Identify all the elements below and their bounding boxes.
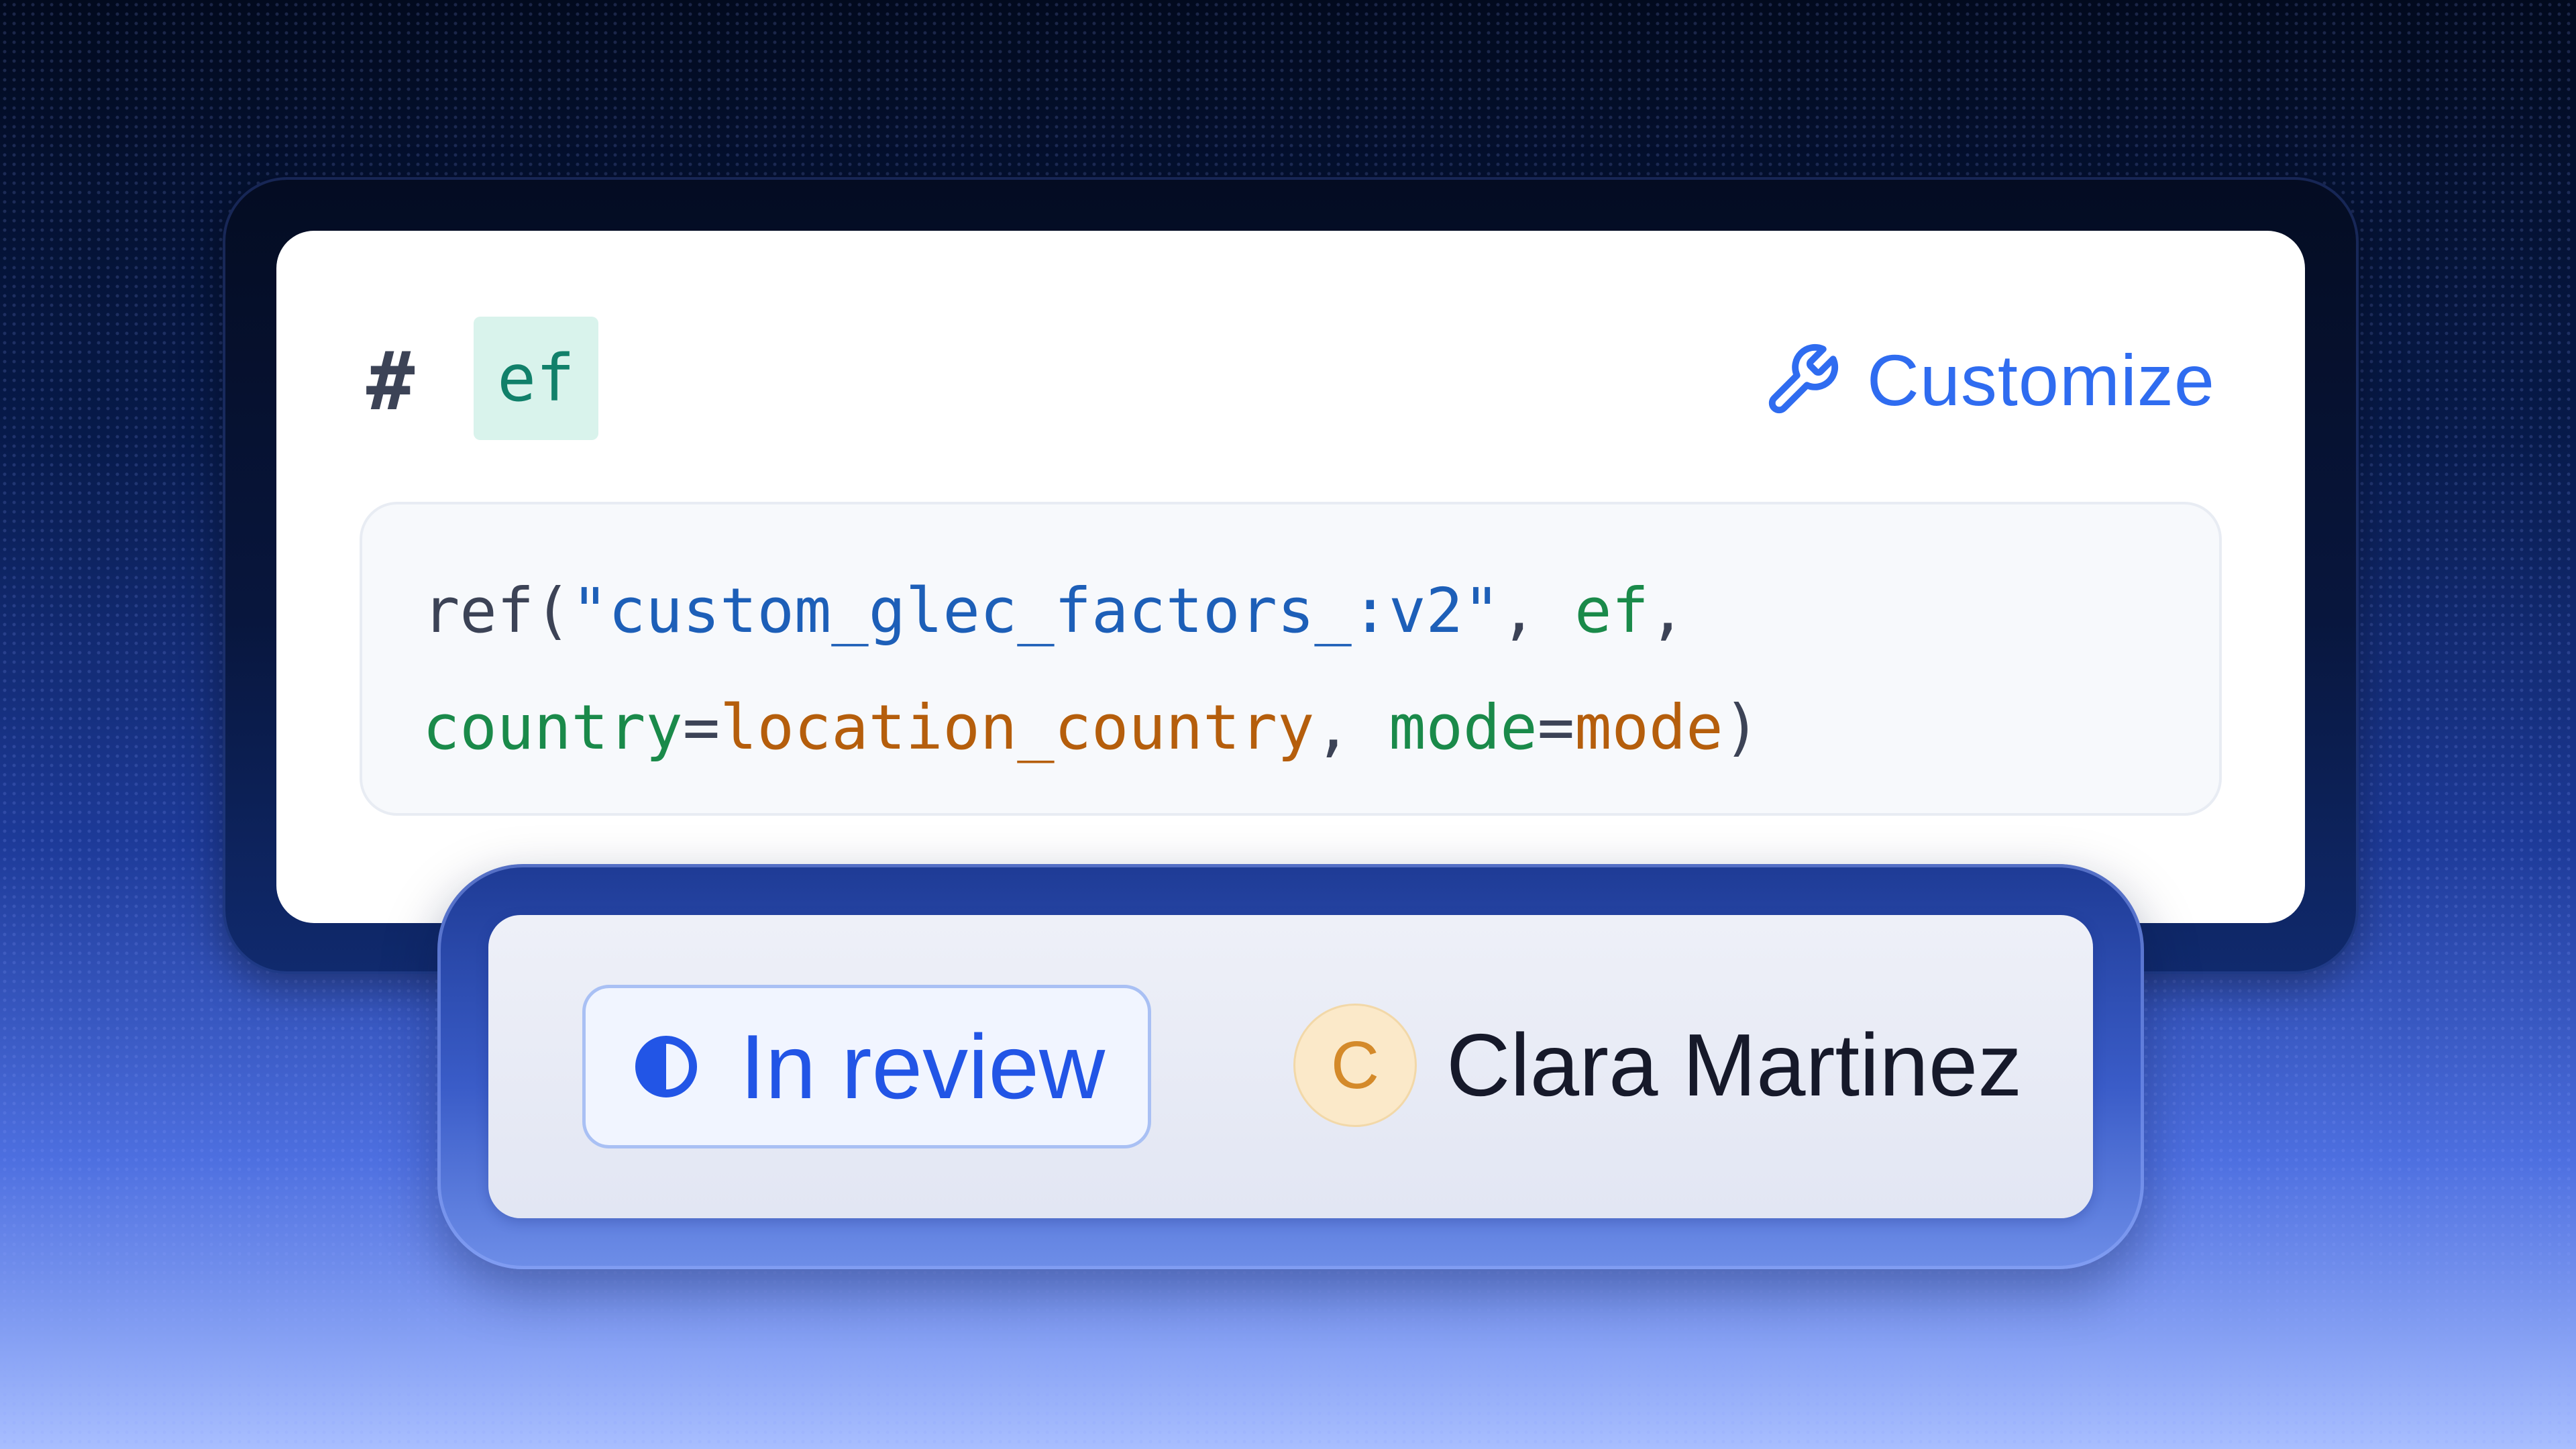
assignee[interactable]: C Clara Martinez xyxy=(1293,998,2022,1132)
code-token: , xyxy=(1648,575,1686,647)
variable-chip[interactable]: ef xyxy=(474,317,598,440)
code-token: location_country xyxy=(720,692,1315,763)
code-token: ef xyxy=(1574,575,1649,647)
field-card-frame: # ef Customize ref("custom_glec_factors_… xyxy=(223,177,2359,974)
status-bar: In review C Clara Martinez xyxy=(488,915,2093,1218)
status-badge[interactable]: In review xyxy=(582,985,1151,1148)
status-label: In review xyxy=(740,1016,1106,1118)
field-header: # ef Customize xyxy=(366,317,2215,444)
assignee-name: Clara Martinez xyxy=(1446,1016,2023,1114)
field-card: # ef Customize ref("custom_glec_factors_… xyxy=(276,231,2305,923)
code-token: "custom_glec_factors_:v2" xyxy=(571,575,1501,647)
code-token: ref( xyxy=(423,575,572,647)
customize-button[interactable]: Customize xyxy=(1762,330,2215,431)
half-circle-icon xyxy=(635,1036,697,1097)
status-bar-frame: In review C Clara Martinez xyxy=(437,864,2144,1269)
code-token: , xyxy=(1500,575,1575,647)
formula-code-block[interactable]: ref("custom_glec_factors_:v2", ef, countr… xyxy=(360,502,2222,816)
avatar: C xyxy=(1293,1004,1417,1127)
code-token: country xyxy=(423,692,683,763)
code-token: mode xyxy=(1574,692,1723,763)
code-line-2: country=location_country, mode=mode) xyxy=(423,669,2159,786)
code-line-1: ref("custom_glec_factors_:v2", ef, xyxy=(423,553,2159,669)
wrench-icon xyxy=(1768,343,1838,414)
code-token: ) xyxy=(1723,692,1761,763)
customize-label: Customize xyxy=(1866,339,2215,421)
code-token: = xyxy=(1537,692,1575,763)
code-token: , xyxy=(1314,692,1389,763)
code-token: = xyxy=(682,692,720,763)
code-token: mode xyxy=(1389,692,1538,763)
hash-icon: # xyxy=(366,335,415,429)
